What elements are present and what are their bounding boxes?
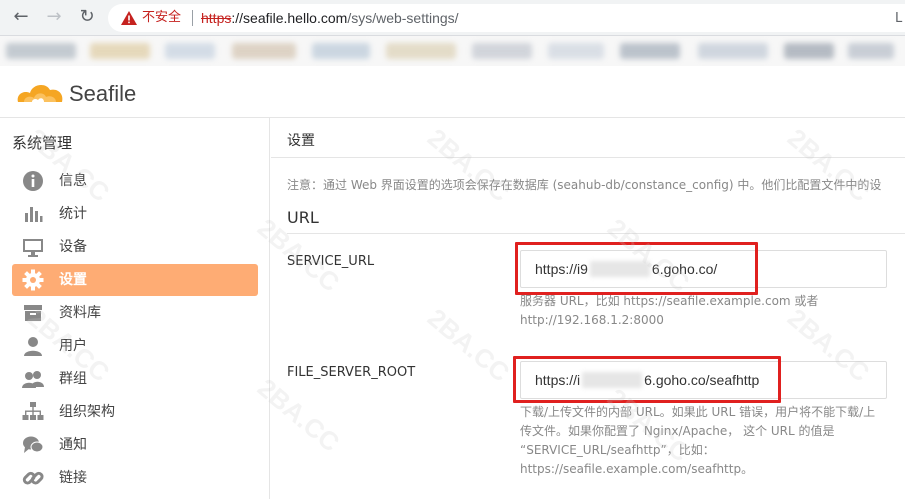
file-server-root-input[interactable]: https://i 6.goho.co/seafhttp [520, 361, 887, 399]
sidebar-item-label: 用户 [59, 338, 87, 354]
forward-arrow-icon[interactable]: → [43, 6, 65, 28]
redacted-block [589, 261, 650, 277]
insecure-label[interactable]: 不安全 [142, 9, 181, 27]
sidebar-item-groups[interactable]: 群组 [12, 363, 258, 395]
archive-icon [24, 305, 42, 321]
sidebar-item-org-structure[interactable]: 组织架构 [12, 396, 258, 428]
monitor-icon [23, 239, 43, 257]
bookmarks-bar [0, 36, 905, 66]
browser-toolbar: ← → ↻ 不安全 https://seafile.hello.com/sys/… [0, 0, 905, 36]
sidebar-item-links[interactable]: 链接 [12, 462, 258, 494]
url-host: ://seafile.hello.com [231, 10, 348, 26]
sidebar-item-label: 组织架构 [59, 404, 115, 420]
file-server-root-label: FILE_SERVER_ROOT [287, 365, 416, 380]
sidebar-item-devices[interactable]: 设备 [12, 231, 258, 263]
sidebar-item-statistics[interactable]: 统计 [12, 198, 258, 230]
bar-chart-icon [25, 207, 43, 222]
settings-note: 注意：通过 Web 界面设置的选项会保存在数据库 (seahub-db/cons… [287, 178, 882, 192]
profile-initial[interactable]: L [895, 11, 902, 26]
link-icon [22, 471, 44, 485]
url-text[interactable]: https://seafile.hello.com/sys/web-settin… [201, 9, 459, 27]
sidebar-item-label: 信息 [59, 173, 87, 189]
sidebar-item-libraries[interactable]: 资料库 [12, 297, 258, 329]
url-path: /sys/web-settings/ [347, 10, 459, 26]
url-scheme: https [201, 10, 232, 26]
admin-sidebar: 系统管理 信息 统计 设备 设置 资料库 用户 群组 组织架构 通知 链接 [0, 118, 270, 499]
separator [192, 10, 193, 26]
sidebar-item-label: 群组 [59, 371, 87, 387]
logo-text[interactable]: Seafile [69, 81, 136, 107]
input-value-suffix: 6.goho.co/ [651, 261, 718, 277]
address-bar[interactable]: 不安全 https://seafile.hello.com/sys/web-se… [108, 4, 905, 32]
input-value-prefix: https://i [535, 372, 581, 388]
org-chart-icon [22, 402, 44, 420]
section-divider [287, 233, 905, 234]
sidebar-item-label: 资料库 [59, 305, 101, 321]
sidebar-title: 系统管理 [12, 134, 73, 152]
chat-icon [23, 436, 44, 453]
service-url-help: 服务器 URL，比如 https://seafile.example.com 或… [520, 294, 819, 327]
group-icon [22, 371, 44, 388]
service-url-input[interactable]: https://i9 6.goho.co/ [520, 250, 887, 288]
input-value-suffix: 6.goho.co/seafhttp [644, 372, 760, 388]
sidebar-item-notifications[interactable]: 通知 [12, 429, 258, 461]
warning-icon [121, 11, 137, 25]
sidebar-item-label: 设置 [59, 272, 87, 288]
sidebar-item-info[interactable]: 信息 [12, 165, 258, 197]
service-url-label: SERVICE_URL [287, 254, 375, 269]
sidebar-item-label: 统计 [59, 206, 87, 222]
sidebar-item-label: 设备 [59, 239, 87, 255]
redacted-block [582, 372, 643, 388]
reload-icon[interactable]: ↻ [76, 6, 98, 28]
sidebar-item-settings[interactable]: 设置 [12, 264, 258, 296]
sidebar-item-label: 通知 [59, 437, 87, 453]
input-value-prefix: https://i9 [535, 261, 588, 277]
file-server-root-help: 下载/上传文件的内部 URL。如果此 URL 错误，用户将不能下载/上传文件。如… [520, 405, 876, 476]
sidebar-item-label: 链接 [59, 470, 87, 486]
section-title-url: URL [287, 208, 319, 227]
panel-header: 设置 [271, 118, 905, 158]
page-title: 设置 [287, 133, 315, 149]
info-icon [23, 171, 43, 191]
user-icon [24, 337, 42, 356]
settings-panel: 设置 注意：通过 Web 界面设置的选项会保存在数据库 (seahub-db/c… [271, 118, 905, 499]
back-arrow-icon[interactable]: ← [10, 6, 32, 28]
gear-icon [22, 269, 44, 291]
seafile-logo-icon[interactable] [14, 78, 66, 108]
sidebar-item-users[interactable]: 用户 [12, 330, 258, 362]
app-header: Seafile [0, 66, 905, 118]
